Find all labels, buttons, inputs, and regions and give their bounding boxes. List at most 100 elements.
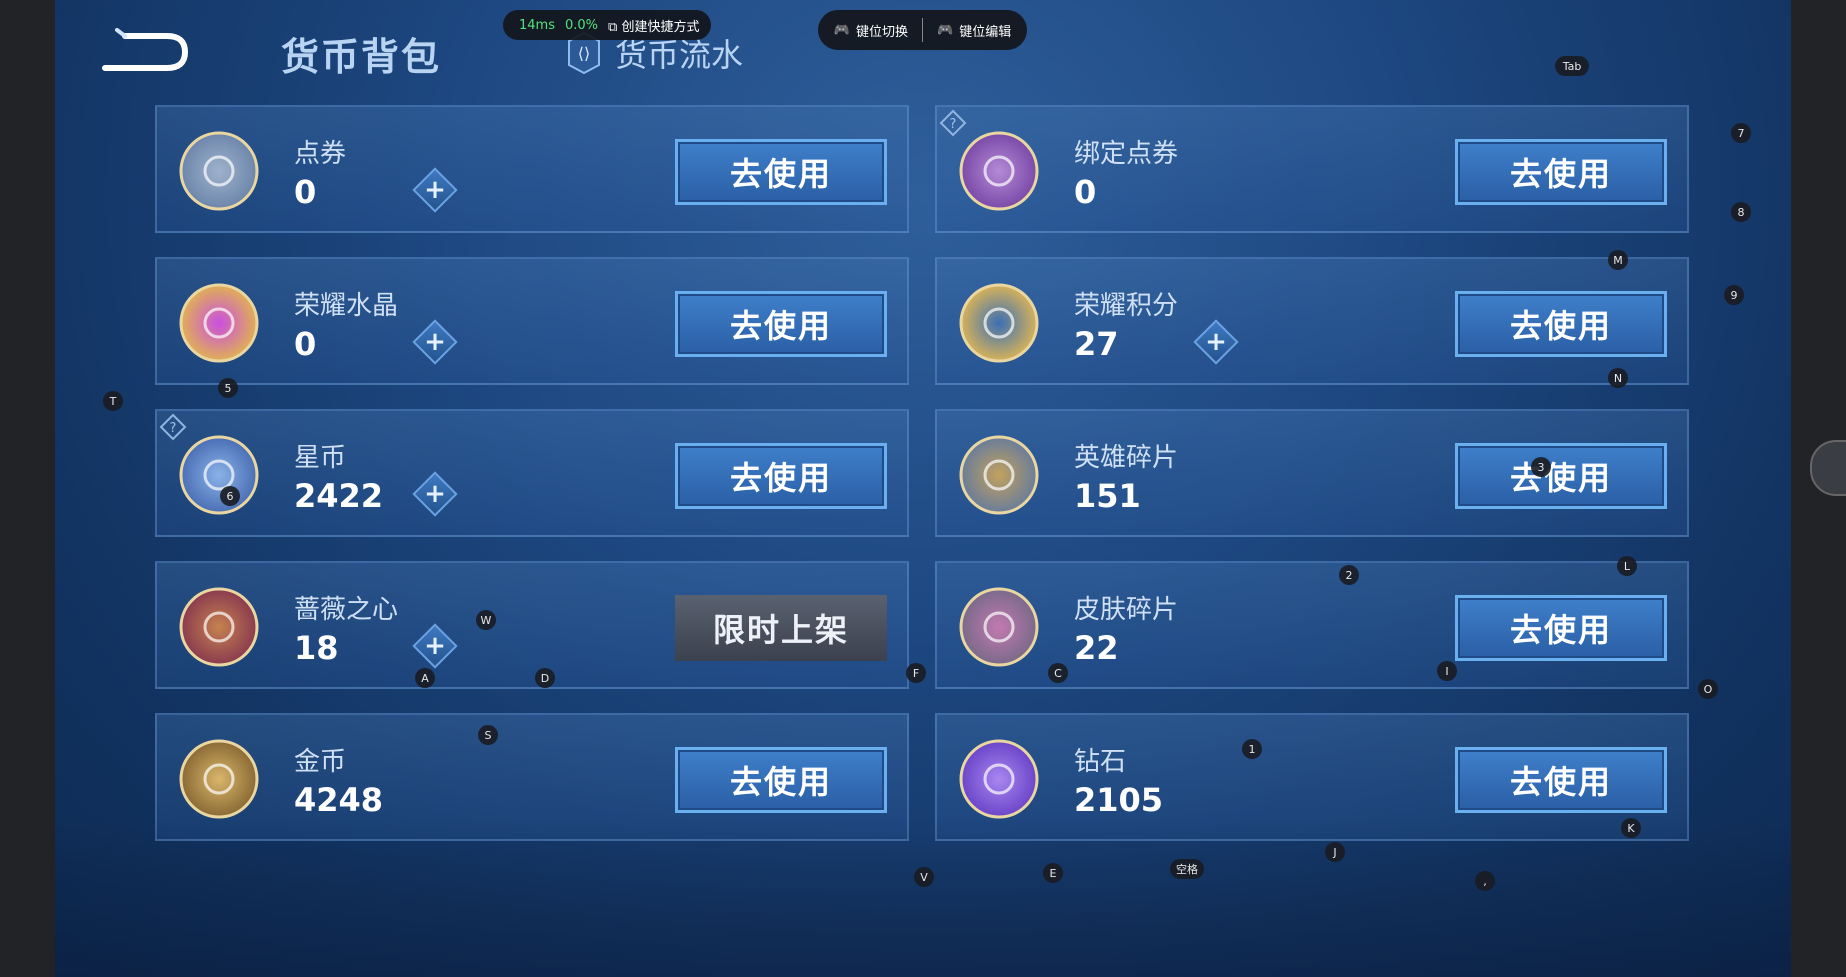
key-hint-badge: 6 (220, 486, 240, 506)
currency-value: 4248 (294, 781, 384, 819)
key-edit-label: 键位编辑 (959, 24, 1012, 40)
currency-row: 钻石 2105 去使用 (935, 713, 1689, 841)
shortcut-link[interactable]: ⧉ 创建快捷方式 (608, 16, 699, 35)
add-currency-button[interactable]: + (412, 471, 458, 517)
key-edit-button[interactable]: 🎮 键位编辑 (937, 21, 1011, 40)
page-title: 货币背包 (281, 35, 442, 79)
currency-row: 英雄碎片 151 去使用 (935, 409, 1689, 537)
limited-time-button: 限时上架 (675, 595, 887, 661)
key-hint-badge: S (478, 725, 498, 745)
diamond-icon (959, 739, 1039, 819)
plus-icon: + (424, 631, 446, 661)
add-currency-button[interactable]: + (412, 623, 458, 669)
key-hint-badge: K (1621, 818, 1641, 838)
hero-fragment-icon (959, 435, 1039, 515)
help-icon[interactable]: ? (159, 413, 187, 441)
currency-name: 钻石 (1074, 747, 1127, 777)
key-hint-badge: T (103, 391, 123, 411)
currency-name: 点券 (294, 139, 347, 169)
key-hint-badge: J (1325, 842, 1345, 862)
currency-name: 荣耀积分 (1074, 291, 1179, 321)
key-switch-label: 键位切换 (855, 24, 908, 40)
key-hint-badge: 8 (1731, 202, 1751, 222)
plus-icon: + (1205, 327, 1227, 357)
skin-fragment-icon (959, 587, 1039, 667)
key-hint-badge: 5 (218, 378, 238, 398)
currency-value: 0 (294, 173, 317, 211)
add-currency-button[interactable]: + (412, 167, 458, 213)
currency-value: 27 (1074, 325, 1119, 363)
svg-text:?: ? (950, 117, 957, 132)
currency-value: 151 (1074, 477, 1141, 515)
help-icon[interactable]: ? (939, 109, 967, 137)
key-hint-badge: A (415, 668, 435, 688)
currency-value: 2105 (1074, 781, 1164, 819)
ticket-icon (179, 131, 259, 211)
key-switch-button[interactable]: 🎮 键位切换 (834, 21, 908, 40)
key-hint-badge: F (906, 663, 926, 683)
currency-row: ? 绑定点券 0 去使用 (935, 105, 1689, 233)
plus-icon: + (424, 175, 446, 205)
latency-text: 14ms (519, 17, 555, 33)
key-hint-badge: L (1617, 556, 1637, 576)
currency-name: 星币 (294, 443, 347, 473)
currency-name: 皮肤碎片 (1074, 595, 1179, 625)
gamepad-icon: 🎮 (937, 22, 954, 38)
use-button[interactable]: 去使用 (675, 443, 887, 509)
key-hint-badge: M (1608, 250, 1628, 270)
glory-points-icon (959, 283, 1039, 363)
use-button[interactable]: 去使用 (1455, 291, 1667, 357)
loss-text: 0.0% (564, 17, 599, 33)
plus-icon: + (424, 479, 446, 509)
use-button[interactable]: 去使用 (1455, 139, 1667, 205)
key-hint-badge: C (1048, 663, 1068, 683)
glory-crystal-icon (179, 283, 259, 363)
key-hint-badge: Tab (1555, 56, 1589, 76)
currency-name: 英雄碎片 (1074, 443, 1179, 473)
key-hint-badge: 2 (1339, 565, 1359, 585)
key-hint-badge: 9 (1724, 285, 1744, 305)
key-hint-badge: N (1608, 368, 1628, 388)
key-hint-badge: , (1475, 871, 1495, 891)
gamepad-icon: 🎮 (833, 22, 850, 38)
shortcut-icon: ⧉ (608, 19, 618, 35)
use-button[interactable]: 去使用 (675, 747, 887, 813)
add-currency-button[interactable]: + (1193, 319, 1239, 365)
perf-overlay: 14ms 0.0% ⧉ 创建快捷方式 (503, 10, 711, 40)
currency-name: 蔷薇之心 (294, 595, 399, 625)
currency-row: 金币 4248 去使用 (155, 713, 909, 841)
currency-name: 绑定点券 (1074, 139, 1179, 169)
toolbar-divider (922, 18, 923, 42)
currency-row: 荣耀水晶 0 + 去使用 (155, 257, 909, 385)
currency-value: 2422 (294, 477, 384, 515)
currency-value: 22 (1074, 629, 1119, 667)
shortcut-label: 创建快捷方式 (621, 19, 700, 35)
key-hint-badge: O (1698, 679, 1718, 699)
key-hint-badge: V (914, 867, 934, 887)
key-hint-badge: E (1043, 863, 1063, 883)
svg-text:?: ? (170, 421, 177, 436)
keymap-toolbar: 🎮 键位切换 🎮 键位编辑 (818, 10, 1027, 50)
key-hint-badge: W (476, 610, 496, 630)
star-coin-icon (179, 435, 259, 515)
use-button[interactable]: 去使用 (1455, 443, 1667, 509)
currency-row: 点券 0 + 去使用 (155, 105, 909, 233)
use-button[interactable]: 去使用 (675, 139, 887, 205)
key-hint-badge: 空格 (1170, 859, 1204, 879)
currency-value: 0 (1074, 173, 1097, 211)
add-currency-button[interactable]: + (412, 319, 458, 365)
game-screen: 货币背包 ⟨⟩ 货币流水 点券 0 + 去使用? 绑定点券 0 去使用 荣耀水晶 0 + 去使用 荣耀… (55, 0, 1791, 977)
key-hint-badge: 1 (1242, 739, 1262, 759)
back-arrow-icon[interactable] (95, 28, 191, 76)
side-settings-handle[interactable] (1810, 440, 1846, 496)
currency-name: 金币 (294, 747, 347, 777)
key-hint-badge: 3 (1531, 457, 1551, 477)
key-hint-badge: I (1437, 661, 1457, 681)
currency-value: 18 (294, 629, 339, 667)
key-hint-badge: 7 (1731, 123, 1751, 143)
use-button[interactable]: 去使用 (675, 291, 887, 357)
use-button[interactable]: 去使用 (1455, 595, 1667, 661)
svg-text:⟨⟩: ⟨⟩ (578, 44, 590, 63)
use-button[interactable]: 去使用 (1455, 747, 1667, 813)
bound-ticket-icon (959, 131, 1039, 211)
